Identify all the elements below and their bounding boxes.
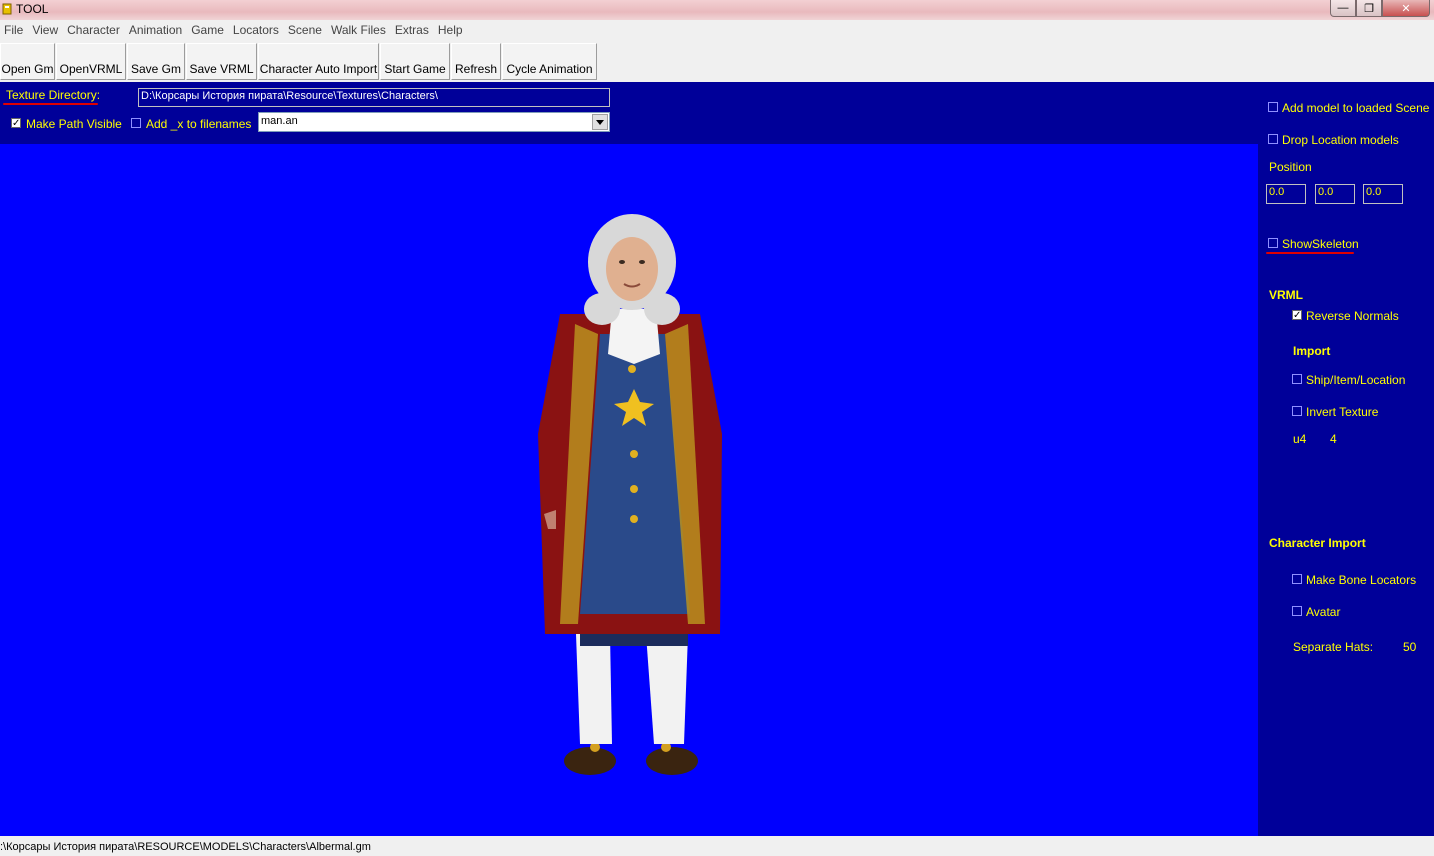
make-bone-locators-checkbox[interactable] (1292, 574, 1302, 584)
make-path-visible-label: Make Path Visible (26, 117, 122, 131)
annotation-underline (3, 103, 98, 105)
menu-scene[interactable]: Scene (284, 20, 327, 40)
close-button[interactable]: ✕ (1382, 0, 1430, 17)
menu-character[interactable]: Character (63, 20, 125, 40)
texture-panel: Texture Directory: D:\Корсары История пи… (0, 82, 1434, 144)
add-x-checkbox[interactable] (131, 118, 141, 128)
menu-extras[interactable]: Extras (391, 20, 434, 40)
menu-bar: File View Character Animation Game Locat… (0, 20, 1434, 40)
position-y-input[interactable]: 0.0 (1315, 184, 1355, 204)
drop-location-label: Drop Location models (1282, 133, 1399, 147)
reverse-normals-label: Reverse Normals (1306, 309, 1399, 323)
start-game-button[interactable]: Start Game (380, 43, 450, 80)
cycle-animation-button[interactable]: Cycle Animation (502, 43, 597, 80)
save-gm-button[interactable]: Save Gm (127, 43, 185, 80)
dropdown-arrow-icon[interactable] (592, 114, 608, 130)
texture-directory-label: Texture Directory: (6, 88, 101, 102)
position-label: Position (1269, 160, 1312, 174)
u4-value: 4 (1330, 432, 1337, 446)
toolbar: Open Gm OpenVRML Save Gm Save VRML Chara… (0, 40, 1434, 81)
show-skeleton-label: ShowSkeleton (1282, 237, 1359, 251)
window-title: TOOL (16, 2, 49, 16)
position-z-input[interactable]: 0.0 (1363, 184, 1403, 204)
title-bar: TOOL — ❐ ✕ (0, 0, 1434, 20)
close-icon: ✕ (1401, 2, 1411, 15)
3d-viewport[interactable] (0, 144, 1258, 836)
minimize-icon: — (1337, 2, 1349, 14)
annotation-underline (1266, 252, 1354, 254)
character-auto-import-button[interactable]: Character Auto Import (258, 43, 379, 80)
menu-locators[interactable]: Locators (229, 20, 284, 40)
save-vrml-button[interactable]: Save VRML (186, 43, 257, 80)
position-x-input[interactable]: 0.0 (1266, 184, 1306, 204)
add-model-checkbox[interactable] (1268, 102, 1278, 112)
options-panel: Add model to loaded Scene Drop Location … (1258, 82, 1434, 836)
u4-label: u4 (1293, 432, 1307, 446)
open-gm-button[interactable]: Open Gm (0, 43, 55, 80)
invert-texture-label: Invert Texture (1306, 405, 1379, 419)
add-model-label: Add model to loaded Scene (1282, 101, 1430, 115)
show-skeleton-checkbox[interactable] (1268, 238, 1278, 248)
maximize-button[interactable]: ❐ (1356, 0, 1382, 17)
menu-walk-files[interactable]: Walk Files (327, 20, 391, 40)
menu-view[interactable]: View (28, 20, 63, 40)
status-bar: :\Корсары История пирата\RESOURCE\MODELS… (0, 836, 1434, 856)
status-file-path: :\Корсары История пирата\RESOURCE\MODELS… (0, 841, 371, 853)
open-vrml-button[interactable]: OpenVRML (56, 43, 126, 80)
character-import-heading: Character Import (1269, 536, 1366, 550)
add-x-label: Add _x to filenames (146, 117, 252, 131)
invert-texture-checkbox[interactable] (1292, 406, 1302, 416)
minimize-button[interactable]: — (1330, 0, 1356, 17)
separate-hats-label: Separate Hats: (1293, 640, 1374, 654)
refresh-button[interactable]: Refresh (451, 43, 501, 80)
animation-select[interactable]: man.an (258, 112, 610, 132)
ship-item-location-label: Ship/Item/Location (1306, 373, 1406, 387)
menu-animation[interactable]: Animation (125, 20, 187, 40)
import-heading: Import (1293, 344, 1331, 358)
app-icon (2, 3, 12, 15)
separate-hats-value[interactable]: 50 (1403, 640, 1416, 654)
drop-location-checkbox[interactable] (1268, 134, 1278, 144)
make-bone-locators-label: Make Bone Locators (1306, 573, 1417, 587)
vrml-heading: VRML (1269, 288, 1303, 302)
avatar-label: Avatar (1306, 605, 1341, 619)
menu-help[interactable]: Help (434, 20, 468, 40)
character-model-render (538, 214, 722, 775)
menu-game[interactable]: Game (187, 20, 229, 40)
maximize-icon: ❐ (1364, 2, 1374, 15)
texture-directory-input[interactable]: D:\Корсары История пирата\Resource\Textu… (138, 88, 610, 107)
avatar-checkbox[interactable] (1292, 606, 1302, 616)
menu-file[interactable]: File (0, 20, 28, 40)
make-path-visible-checkbox[interactable] (11, 118, 21, 128)
animation-select-value: man.an (261, 115, 298, 127)
reverse-normals-checkbox[interactable] (1292, 310, 1302, 320)
ship-item-location-checkbox[interactable] (1292, 374, 1302, 384)
